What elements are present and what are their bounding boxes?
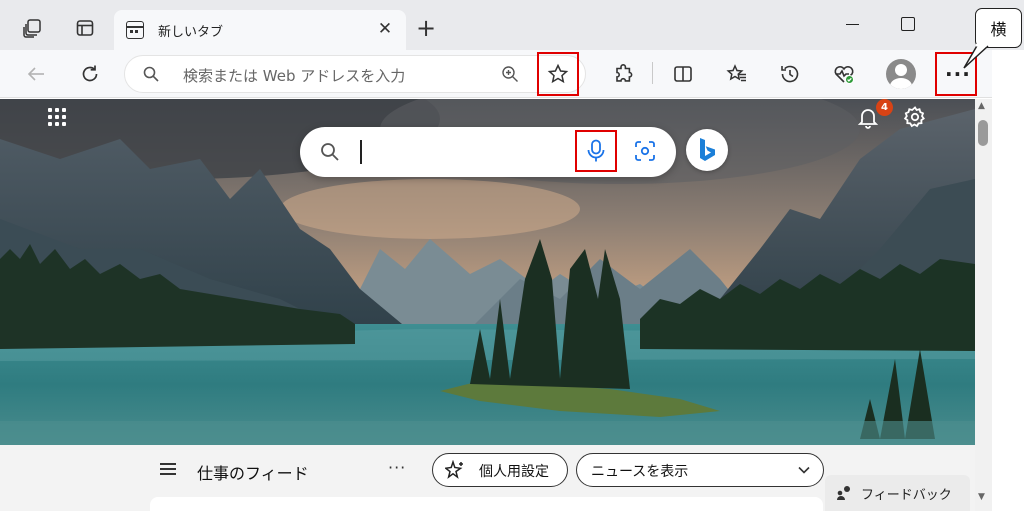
feed-title[interactable]: 仕事のフィード: [197, 460, 309, 484]
new-tab-page-icon: [126, 21, 144, 39]
workspaces-icon[interactable]: [72, 15, 98, 41]
scroll-up-arrow-icon[interactable]: ▲: [978, 101, 985, 111]
address-placeholder: 検索または Web アドレスを入力: [183, 67, 406, 85]
scrollbar[interactable]: [975, 99, 992, 511]
favorite-star-icon[interactable]: [546, 62, 570, 86]
toolbar-separator: [652, 62, 653, 84]
feed-card: [150, 497, 823, 511]
browser-essentials-icon[interactable]: [832, 62, 856, 86]
personalize-button[interactable]: 個人用設定: [432, 453, 568, 487]
feedback-button[interactable]: フィードバック: [825, 475, 970, 511]
callout-label: 横: [975, 8, 1022, 48]
feed-more-button[interactable]: ···: [388, 458, 406, 477]
gear-icon[interactable]: [903, 105, 927, 129]
minimize-button[interactable]: [843, 14, 863, 34]
chevron-down-icon: [798, 466, 810, 474]
close-tab-button[interactable]: ✕: [374, 18, 396, 40]
notification-badge: 4: [876, 99, 893, 116]
feedback-icon: [837, 486, 850, 500]
tab-title: 新しいタブ: [158, 25, 224, 40]
text-caret: [360, 140, 362, 164]
search-icon: [143, 66, 159, 82]
history-icon[interactable]: [778, 62, 802, 86]
tab-new-tab[interactable]: 新しいタブ ✕: [114, 10, 406, 50]
bing-icon: [700, 138, 715, 161]
feedback-label: フィードバック: [861, 488, 952, 503]
web-search-box[interactable]: [300, 127, 676, 177]
hamburger-icon[interactable]: [160, 463, 176, 475]
zoom-icon[interactable]: [501, 65, 519, 83]
scroll-thumb[interactable]: [978, 120, 988, 146]
new-tab-button[interactable]: +: [416, 16, 436, 40]
callout-text: 横: [990, 20, 1007, 39]
scroll-down-arrow-icon[interactable]: ▼: [978, 492, 985, 502]
visual-search-icon[interactable]: [633, 139, 657, 163]
address-bar[interactable]: 検索または Web アドレスを入力: [124, 55, 586, 93]
profile-icon[interactable]: [886, 59, 916, 89]
favorites-icon[interactable]: [725, 62, 749, 86]
news-display-select[interactable]: ニュースを表示: [576, 453, 824, 487]
extensions-icon[interactable]: [612, 62, 636, 86]
callout-pointer: [963, 44, 989, 69]
search-icon: [321, 143, 339, 161]
browser-window: 新しいタブ ✕ + 横 検索または Web アドレスを入力 ··· ▲ ▼ 4 …: [0, 0, 1024, 511]
apps-grid-icon[interactable]: [48, 108, 70, 130]
back-icon[interactable]: [24, 62, 48, 86]
bing-chat-button[interactable]: [686, 129, 728, 171]
refresh-icon[interactable]: [78, 62, 102, 86]
sparkle-icon: [445, 460, 463, 479]
microphone-icon[interactable]: [586, 139, 606, 163]
personalize-label: 個人用設定: [479, 464, 549, 480]
news-select-value: ニュースを表示: [591, 464, 689, 480]
tab-actions-icon[interactable]: [20, 15, 46, 41]
maximize-button[interactable]: [898, 14, 918, 34]
split-screen-icon[interactable]: [671, 62, 695, 86]
